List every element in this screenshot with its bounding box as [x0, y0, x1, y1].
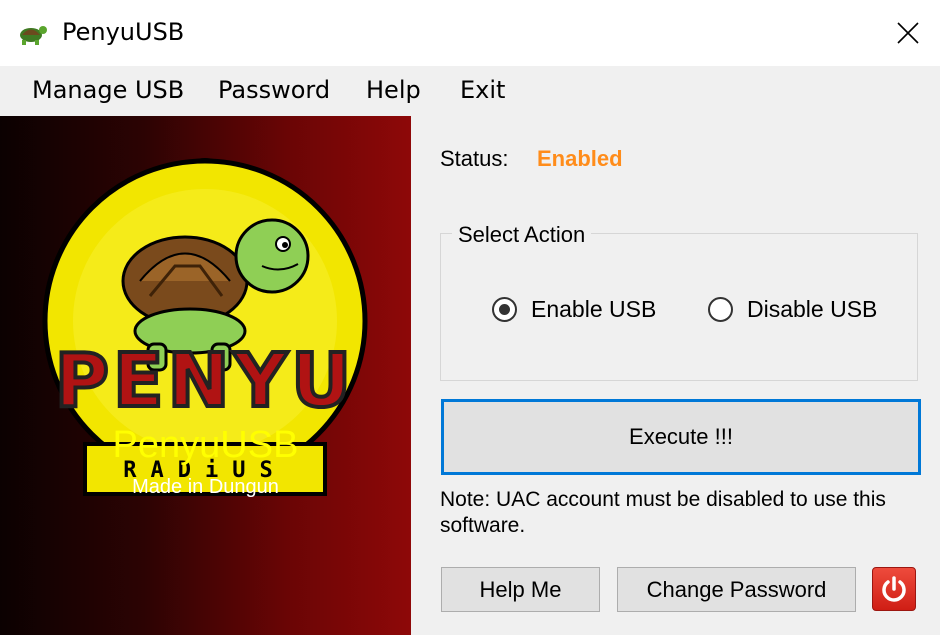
disable-usb-label: Disable USB [747, 296, 878, 322]
power-icon [882, 576, 906, 602]
select-action-legend: Select Action [452, 222, 592, 248]
enable-usb-label: Enable USB [531, 296, 657, 322]
logo-word: PENYU [55, 338, 355, 424]
menu-password[interactable]: Password [218, 76, 330, 104]
brand-panel: PENYU RADiUS [0, 116, 411, 635]
enable-usb-radio[interactable]: Enable USB [492, 296, 656, 323]
close-icon [897, 22, 919, 44]
uac-note: Note: UAC account must be disabled to us… [440, 488, 886, 537]
execute-button[interactable]: Execute !!! [441, 399, 921, 475]
window-title: PenyuUSB [62, 18, 185, 46]
status-label: Status: [440, 146, 509, 171]
radio-unchecked-icon [708, 297, 733, 322]
radio-checked-icon [492, 297, 517, 322]
brand-tagline: Made in Dungun [132, 476, 279, 498]
menu-exit[interactable]: Exit [460, 76, 505, 104]
title-bar: PenyuUSB [0, 0, 940, 66]
turtle-icon [20, 26, 47, 45]
power-button[interactable] [872, 567, 916, 611]
help-me-button[interactable]: Help Me [441, 567, 600, 612]
menu-manage-usb[interactable]: Manage USB [32, 76, 184, 104]
disable-usb-radio[interactable]: Disable USB [708, 296, 877, 323]
menu-bar: Manage USB Password Help Exit [0, 66, 940, 116]
menu-help[interactable]: Help [366, 76, 421, 104]
penyu-radius-logo: PENYU RADiUS [42, 158, 368, 496]
close-button[interactable] [876, 0, 940, 66]
brand-name: PenyuUSB [112, 424, 299, 466]
status-value: Enabled [537, 146, 623, 171]
change-password-button[interactable]: Change Password [617, 567, 856, 612]
